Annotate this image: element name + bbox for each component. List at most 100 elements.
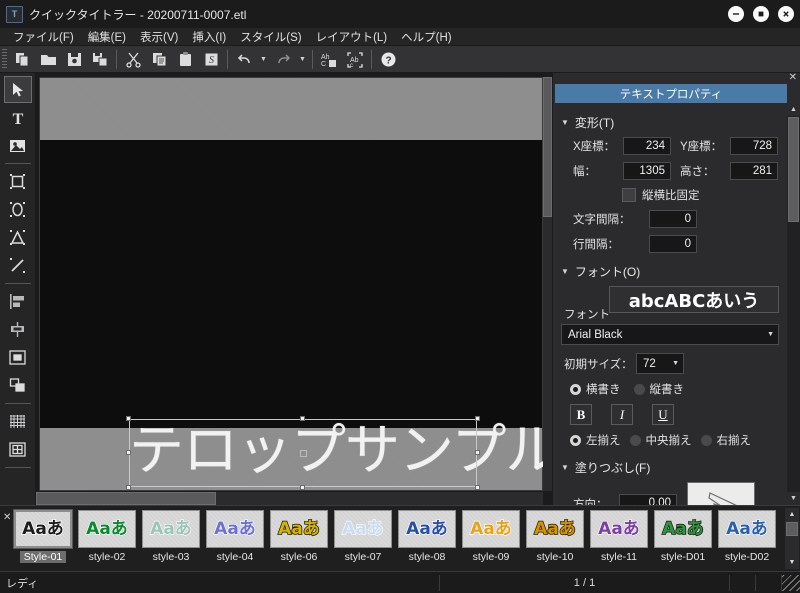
scroll-up-icon[interactable]: ▲: [787, 103, 800, 116]
style-thumbnail[interactable]: Aaあ: [270, 510, 328, 548]
style-item[interactable]: Aaあ style-D01: [654, 510, 712, 563]
tool-line[interactable]: [4, 252, 32, 279]
tool-select-arrow[interactable]: [3, 76, 32, 103]
gallery-scroll-thumb[interactable]: [786, 522, 798, 536]
redo-dropdown-icon[interactable]: ▼: [296, 47, 309, 71]
menu-style[interactable]: スタイル(S): [233, 28, 308, 46]
canvas-vertical-scrollbar[interactable]: [543, 77, 552, 491]
fill-direction-field[interactable]: 0.00: [619, 494, 677, 505]
align-center-radio[interactable]: [629, 434, 641, 446]
style-item[interactable]: Aaあ style-04: [206, 510, 264, 563]
style-item[interactable]: Aaあ style-11: [590, 510, 648, 563]
save-icon[interactable]: [61, 47, 87, 71]
undo-icon[interactable]: [231, 47, 257, 71]
style-thumbnail[interactable]: Aaあ: [462, 510, 520, 548]
resize-handle-se[interactable]: [475, 485, 480, 490]
writing-vertical-radio[interactable]: [633, 383, 645, 395]
style-thumbnail[interactable]: Aaあ: [142, 510, 200, 548]
align-left-radio[interactable]: [570, 434, 581, 446]
canvas-vscroll-thumb[interactable]: [543, 77, 552, 217]
resize-handle-nw[interactable]: [126, 416, 131, 421]
style-thumbnail[interactable]: Aaあ: [206, 510, 264, 548]
maximize-button[interactable]: [753, 6, 769, 22]
resize-grip[interactable]: [782, 574, 800, 591]
section-transform-header[interactable]: ▼ 変形(T): [561, 114, 779, 131]
style-item[interactable]: Aaあ style-09: [462, 510, 520, 563]
aspect-lock-checkbox[interactable]: [622, 188, 636, 202]
style-item[interactable]: Aaあ style-D02: [718, 510, 776, 563]
tool-rectangle[interactable]: [4, 168, 32, 195]
italic-button[interactable]: I: [611, 404, 633, 425]
style-item[interactable]: Aaあ style-03: [142, 510, 200, 563]
properties-scroll-thumb[interactable]: [788, 117, 799, 222]
tool-ellipse[interactable]: [4, 196, 32, 223]
style-thumbnail[interactable]: Aaあ: [398, 510, 456, 548]
menu-view[interactable]: 表示(V): [133, 28, 185, 46]
bold-button[interactable]: B: [570, 404, 592, 425]
text-replace-icon[interactable]: Ah C: [316, 47, 342, 71]
section-font-header[interactable]: ▼ フォント(O): [561, 263, 779, 280]
toolbar-grip[interactable]: [2, 48, 7, 70]
resize-handle-e[interactable]: [475, 450, 480, 455]
edit-canvas[interactable]: テロップサンプル: [39, 77, 552, 491]
style-thumbnail[interactable]: Aaあ: [334, 510, 392, 548]
charspace-field[interactable]: 0: [649, 210, 697, 228]
align-right-radio[interactable]: [700, 434, 712, 446]
minimize-button[interactable]: [728, 6, 744, 22]
style-thumbnail[interactable]: Aaあ: [718, 510, 776, 548]
menu-edit[interactable]: 編集(E): [81, 28, 133, 46]
close-button[interactable]: [778, 6, 794, 22]
gallery-close-icon[interactable]: ✕: [0, 506, 14, 523]
resize-handle-sw[interactable]: [126, 485, 131, 490]
menu-file[interactable]: ファイル(F): [6, 28, 81, 46]
scroll-down-icon[interactable]: ▼: [787, 492, 800, 505]
menu-insert[interactable]: 挿入(I): [185, 28, 233, 46]
height-field[interactable]: 281: [730, 162, 778, 180]
style-thumbnail[interactable]: Aaあ: [14, 510, 72, 548]
linespace-field[interactable]: 0: [649, 235, 697, 253]
resize-handle-w[interactable]: [126, 450, 131, 455]
style-thumbnail[interactable]: Aaあ: [590, 510, 648, 548]
undo-dropdown-icon[interactable]: ▼: [257, 47, 270, 71]
close-icon[interactable]: ✕: [789, 72, 797, 83]
help-icon[interactable]: ?: [375, 47, 401, 71]
style-item[interactable]: Aaあ style-08: [398, 510, 456, 563]
style-thumbnail[interactable]: Aaあ: [654, 510, 712, 548]
paste-icon[interactable]: [172, 47, 198, 71]
resize-handle-ne[interactable]: [475, 416, 480, 421]
cut-icon[interactable]: [120, 47, 146, 71]
style-item[interactable]: Aaあ style-02: [78, 510, 136, 563]
copy-icon[interactable]: [146, 47, 172, 71]
font-family-select[interactable]: Arial Black ▼: [561, 324, 779, 345]
tool-align-left[interactable]: [4, 288, 32, 315]
resize-handle-n[interactable]: [300, 416, 305, 421]
tool-order[interactable]: [4, 372, 32, 399]
tool-center-object[interactable]: [4, 344, 32, 371]
x-field[interactable]: 234: [623, 137, 671, 155]
tool-image[interactable]: [4, 132, 32, 159]
scroll-down-icon[interactable]: ▼: [785, 556, 799, 569]
style-item[interactable]: Aaあ Style-01: [14, 510, 72, 563]
tool-align-center-h[interactable]: [4, 316, 32, 343]
row-aspect-lock[interactable]: 縦横比固定: [561, 187, 779, 203]
resize-handle-s[interactable]: [300, 485, 305, 490]
writing-horizontal-radio[interactable]: [570, 383, 581, 395]
font-size-select[interactable]: 72 ▼: [636, 353, 684, 374]
style-item[interactable]: Aaあ style-07: [334, 510, 392, 563]
style-item[interactable]: Aaあ style-06: [270, 510, 328, 563]
style-thumbnail[interactable]: Aaあ: [526, 510, 584, 548]
style-thumbnail[interactable]: Aaあ: [78, 510, 136, 548]
menu-layout[interactable]: レイアウト(L): [309, 28, 395, 46]
telop-selection[interactable]: テロップサンプル: [126, 416, 552, 490]
style-item[interactable]: Aaあ style-10: [526, 510, 584, 563]
scroll-up-icon[interactable]: ▲: [785, 508, 799, 521]
tool-triangle[interactable]: [4, 224, 32, 251]
width-field[interactable]: 1305: [623, 162, 671, 180]
style-apply-icon[interactable]: S: [198, 47, 224, 71]
tool-safe-area[interactable]: [4, 436, 32, 463]
tool-text[interactable]: T: [4, 104, 32, 131]
canvas-horizontal-scrollbar[interactable]: [36, 492, 543, 505]
canvas-hscroll-thumb[interactable]: [36, 492, 216, 505]
y-field[interactable]: 728: [730, 137, 778, 155]
properties-scrollbar[interactable]: ▲ ▼: [787, 103, 800, 505]
